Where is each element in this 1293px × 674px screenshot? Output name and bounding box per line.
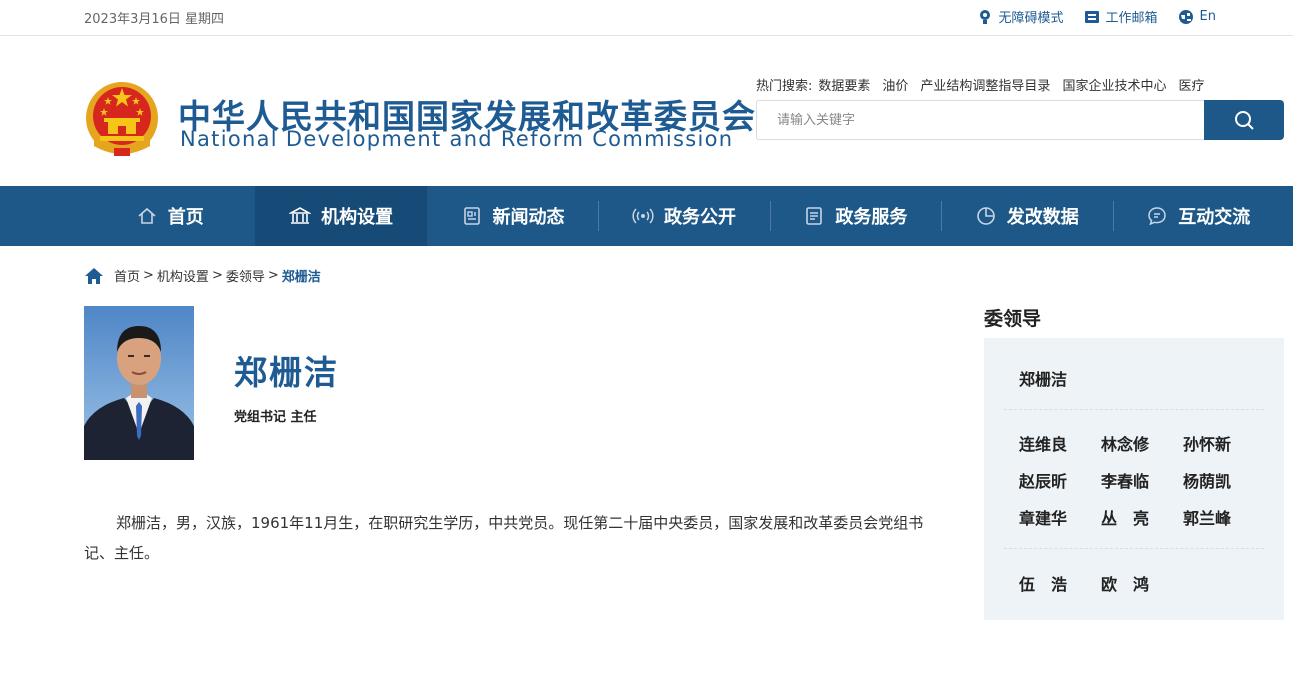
globe-icon: [1178, 9, 1193, 24]
hot-term-data-elements[interactable]: 数据要素: [818, 75, 870, 94]
hot-search: 热门搜索: 数据要素 油价 产业结构调整指导目录 国家企业技术中心 医疗: [756, 75, 1204, 94]
breadcrumb-leaders[interactable]: 委领导: [226, 266, 265, 285]
nav-government-services-label: 政务服务: [835, 207, 908, 228]
breadcrumb-separator: >: [267, 268, 279, 283]
top-links: 无障碍模式 工作邮箱 En: [977, 7, 1216, 26]
breadcrumb-institutions[interactable]: 机构设置: [157, 266, 209, 285]
nav-government-affairs-label: 政务公开: [663, 207, 736, 228]
news-icon: [463, 207, 480, 225]
leader-biography: 郑栅洁，男，汉族，1961年11月生，在职研究生学历，中共党员。现任第二十届中央…: [84, 514, 924, 562]
nav-institutions[interactable]: 机构设置: [255, 186, 427, 246]
nav-data[interactable]: 发改数据: [941, 186, 1112, 246]
accessibility-icon: [979, 9, 990, 24]
site-title-english[interactable]: National Development and Reform Commissi…: [180, 127, 733, 151]
sidebar-title: 委领导: [984, 308, 1042, 330]
sidebar-divider: [1004, 409, 1264, 410]
sidebar-leader-item[interactable]: 李春临: [1101, 468, 1183, 492]
work-mail-label: 工作邮箱: [1105, 11, 1158, 26]
sidebar-leader-main[interactable]: 郑栅洁: [1019, 366, 1067, 390]
sidebar-leader-item[interactable]: 章建华: [1019, 505, 1101, 529]
nav-government-affairs[interactable]: 政务公开: [598, 186, 769, 246]
search-icon: [1235, 111, 1254, 130]
sidebar-deputies: 连维良 林念修 孙怀新 赵辰昕 李春临 杨荫凯 章建华 丛 亮 郭兰峰: [1019, 431, 1265, 529]
nav-government-services[interactable]: 政务服务: [769, 186, 941, 246]
home-icon[interactable]: [84, 267, 104, 285]
current-date: 2023年3月16日 星期四: [84, 12, 225, 27]
hot-search-label: 热门搜索:: [756, 79, 813, 94]
chat-icon: [1148, 207, 1166, 226]
sidebar-divider: [1004, 548, 1264, 549]
broadcast-icon: [632, 208, 654, 224]
search-input[interactable]: [756, 100, 1204, 140]
sidebar-leader-item[interactable]: 赵辰昕: [1019, 468, 1101, 492]
accessibility-mode-link[interactable]: 无障碍模式: [977, 7, 1064, 26]
nav-home-label: 首页: [167, 207, 204, 228]
document-icon: [806, 207, 823, 225]
breadcrumb-home[interactable]: 首页: [114, 266, 140, 285]
breadcrumb-current: 郑栅洁: [281, 270, 321, 285]
hot-term-industry-catalog[interactable]: 产业结构调整指导目录: [920, 75, 1050, 94]
hot-term-medical[interactable]: 医疗: [1178, 75, 1204, 94]
nav-data-label: 发改数据: [1006, 207, 1079, 228]
main-nav: 首页 机构设置 新闻动态 政务公开 政务服务 发改数据 互动交流: [0, 186, 1293, 246]
leader-portrait: [84, 306, 194, 460]
home-icon: [138, 207, 156, 224]
sidebar-leader-item[interactable]: 孙怀新: [1183, 431, 1265, 455]
sidebar-leader-item[interactable]: 伍 浩: [1019, 571, 1101, 595]
mail-icon: [1084, 10, 1099, 23]
institution-icon: [289, 207, 312, 224]
pie-chart-icon: [977, 207, 995, 225]
national-emblem-icon[interactable]: [84, 80, 160, 158]
hot-term-oil-price[interactable]: 油价: [882, 75, 908, 94]
sidebar-leader-item[interactable]: 欧 鸿: [1101, 571, 1183, 595]
sidebar-leaders-panel: 郑栅洁 连维良 林念修 孙怀新 赵辰昕 李春临 杨荫凯 章建华 丛 亮 郭兰峰 …: [984, 338, 1284, 620]
hot-term-tech-center[interactable]: 国家企业技术中心: [1062, 75, 1166, 94]
nav-interaction-label: 互动交流: [1178, 207, 1251, 228]
search-bar: [756, 100, 1284, 140]
work-mail-link[interactable]: 工作邮箱: [1084, 7, 1158, 26]
sidebar-leader-item[interactable]: 丛 亮: [1101, 505, 1183, 529]
nav-news-label: 新闻动态: [492, 207, 565, 228]
breadcrumb-separator: >: [211, 268, 223, 283]
accessibility-mode-label: 无障碍模式: [998, 11, 1064, 26]
english-label: En: [1199, 9, 1216, 24]
leader-position: 党组书记 主任: [234, 410, 317, 425]
sidebar-leader-item[interactable]: 杨荫凯: [1183, 468, 1265, 492]
sidebar-others: 伍 浩 欧 鸿: [1019, 571, 1183, 595]
sidebar-leader-item[interactable]: 林念修: [1101, 431, 1183, 455]
english-link[interactable]: En: [1178, 7, 1216, 26]
site-header: 中华人民共和国国家发展和改革委员会 National Development a…: [0, 36, 1293, 186]
nav-institutions-label: 机构设置: [321, 207, 394, 228]
sidebar-leader-item[interactable]: 连维良: [1019, 431, 1101, 455]
breadcrumb: 首页 > 机构设置 > 委领导 > 郑栅洁: [84, 266, 321, 285]
nav-news[interactable]: 新闻动态: [427, 186, 598, 246]
nav-interaction[interactable]: 互动交流: [1112, 186, 1284, 246]
sidebar-leader-item[interactable]: 郭兰峰: [1183, 505, 1265, 529]
search-button[interactable]: [1204, 100, 1284, 140]
top-bar: 2023年3月16日 星期四 无障碍模式 工作邮箱 En: [0, 0, 1293, 36]
leader-name: 郑栅洁: [234, 353, 339, 392]
nav-home[interactable]: 首页: [84, 186, 255, 246]
breadcrumb-separator: >: [143, 268, 154, 283]
